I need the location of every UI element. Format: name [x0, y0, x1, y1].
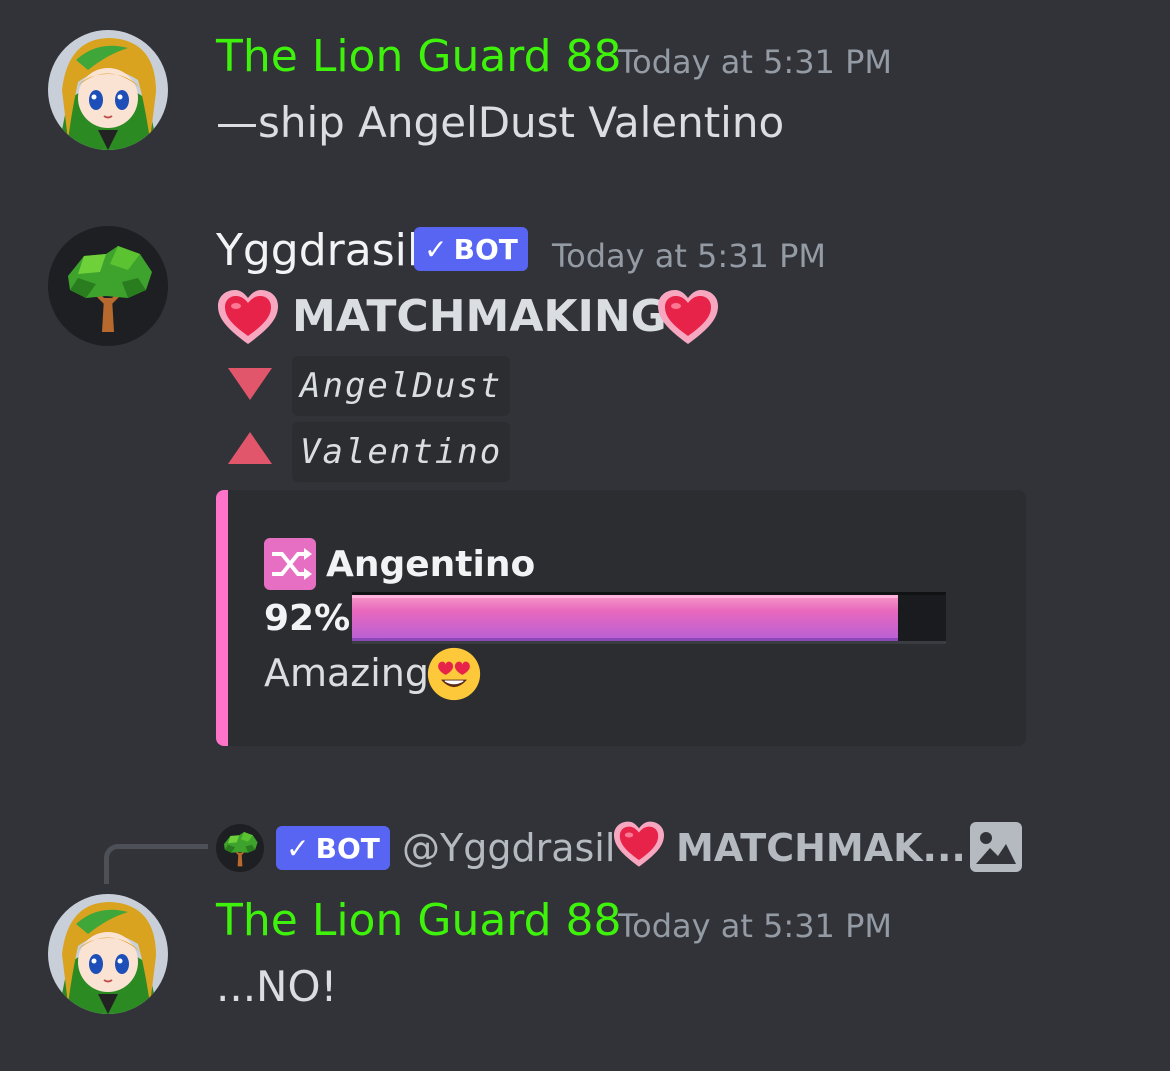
message-timestamp: Today at 5:31 PM: [618, 43, 892, 81]
heart-icon: [656, 288, 720, 348]
user-avatar[interactable]: [48, 30, 168, 150]
checkmark-icon: ✓: [286, 831, 310, 865]
checkmark-icon: ✓: [424, 232, 448, 266]
anime-character-avatar-icon: [48, 894, 168, 1014]
embed-accent-bar: [216, 490, 228, 746]
tree-avatar-icon: [48, 226, 168, 346]
bot-username[interactable]: Yggdrasil: [216, 226, 419, 276]
shuffle-icon: [264, 538, 316, 590]
matchmaking-heading: MATCHMAKING: [292, 291, 667, 342]
tree-avatar-icon: [216, 824, 264, 872]
user-avatar[interactable]: [48, 894, 168, 1014]
up-triangle-icon: [228, 432, 272, 464]
reply-connector: [104, 844, 208, 884]
username[interactable]: The Lion Guard 88: [216, 32, 622, 82]
reply-bot-badge: ✓ BOT: [276, 826, 390, 870]
heart-eyes-emoji-icon: [426, 646, 482, 702]
match-progress-bar: [352, 592, 946, 644]
message-text: —ship AngelDust Valentino: [216, 98, 785, 147]
match-percent: 92%: [264, 598, 351, 639]
anime-character-avatar-icon: [48, 30, 168, 150]
bot-badge: ✓ BOT: [414, 227, 528, 271]
heart-icon: [216, 288, 280, 348]
image-icon[interactable]: [970, 822, 1022, 872]
heart-icon: [612, 820, 666, 870]
message-timestamp: Today at 5:31 PM: [618, 907, 892, 945]
match-rating: Amazing: [264, 651, 430, 695]
down-triangle-icon: [228, 368, 272, 400]
message-timestamp: Today at 5:31 PM: [552, 237, 826, 275]
message-text: ...NO!: [216, 962, 338, 1011]
bot-badge-label: BOT: [315, 831, 380, 865]
match-progress-fill: [352, 595, 899, 641]
matchmaking-embed: Angentino 92% Amazing: [216, 490, 1026, 746]
reply-mention[interactable]: @Yggdrasil: [402, 824, 615, 872]
ship-name-second: Valentino: [292, 422, 511, 482]
embed-title: Angentino: [326, 544, 536, 585]
bot-badge-label: BOT: [453, 232, 518, 266]
bot-avatar[interactable]: [48, 226, 168, 346]
ship-name-first: AngelDust: [292, 356, 511, 416]
reply-avatar[interactable]: [216, 824, 264, 872]
username[interactable]: The Lion Guard 88: [216, 896, 622, 946]
reply-preview[interactable]: MATCHMAK...: [676, 824, 966, 872]
